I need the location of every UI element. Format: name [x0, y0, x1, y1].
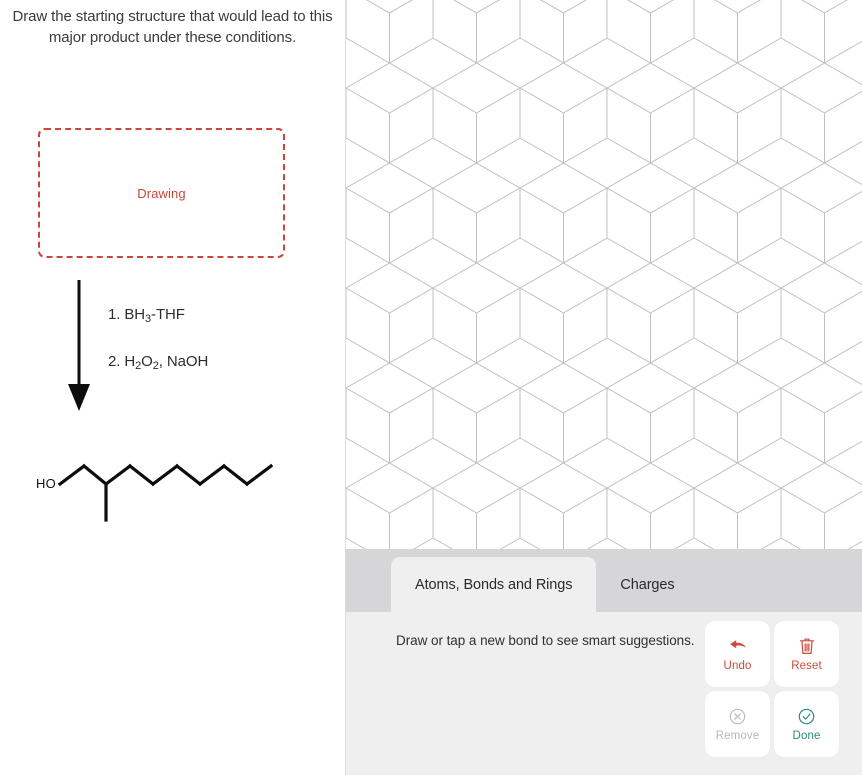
- chemistry-drawing-exercise: Draw the starting structure that would l…: [0, 0, 862, 775]
- tab-atoms-bonds-and-rings[interactable]: Atoms, Bonds and Rings: [391, 557, 597, 612]
- done-button[interactable]: Done: [774, 691, 839, 757]
- drawing-dropzone[interactable]: Drawing: [38, 128, 285, 258]
- editor-tab-strip: Atoms, Bonds and Rings Charges: [346, 549, 862, 612]
- smart-suggestion-hint: Draw or tap a new bond to see smart sugg…: [396, 633, 695, 648]
- undo-button-label: Undo: [723, 660, 752, 672]
- hexagon-grid-icon: [346, 0, 862, 549]
- tab-charges[interactable]: Charges: [596, 557, 698, 612]
- trash-icon: [799, 636, 815, 656]
- tab-atoms-bonds-and-rings-label: Atoms, Bonds and Rings: [415, 576, 573, 593]
- circle-x-icon: [729, 706, 746, 726]
- editor-toolbar: Atoms, Bonds and Rings Charges Draw or t…: [346, 549, 862, 775]
- reaction-condition-2: 2. H2O2, NaOH: [108, 353, 209, 372]
- reaction-condition-1: 1. BH3-THF: [108, 306, 185, 325]
- reset-button[interactable]: Reset: [774, 621, 839, 687]
- undo-arrow-icon: [728, 636, 747, 656]
- editor-action-buttons: Undo Reset Remove Done: [705, 621, 839, 757]
- remove-button[interactable]: Remove: [705, 691, 770, 757]
- drawing-dropzone-label: Drawing: [137, 185, 186, 201]
- molecule-drawing-canvas[interactable]: [346, 0, 862, 549]
- tab-charges-label: Charges: [620, 576, 675, 593]
- remove-button-label: Remove: [715, 730, 760, 742]
- done-button-label: Done: [792, 730, 821, 742]
- question-panel: Draw the starting structure that would l…: [0, 0, 345, 775]
- reaction-arrow-icon: [68, 280, 90, 411]
- hydroxyl-label: HO: [36, 476, 56, 491]
- structure-editor-panel: Atoms, Bonds and Rings Charges Draw or t…: [345, 0, 862, 775]
- page-title: Draw the starting structure that would l…: [12, 8, 333, 46]
- editor-tab-body: Draw or tap a new bond to see smart sugg…: [346, 612, 862, 775]
- undo-button[interactable]: Undo: [705, 621, 770, 687]
- reset-button-label: Reset: [791, 660, 822, 672]
- circle-check-icon: [798, 706, 815, 726]
- product-structure-diagram: [57, 463, 274, 522]
- reaction-conditions: 1. BH3-THF 2. H2O2, NaOH: [108, 305, 328, 399]
